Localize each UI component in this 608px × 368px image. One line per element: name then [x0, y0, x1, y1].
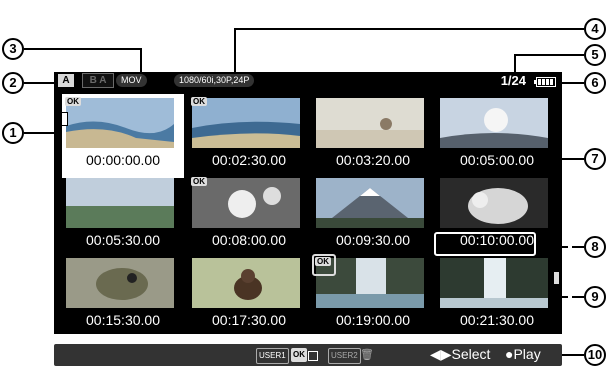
- timecode: 00:05:30.00: [86, 232, 160, 248]
- clip-thumbnail[interactable]: 00:09:30.00: [312, 174, 434, 258]
- cursor-arrow-icon: [61, 112, 68, 126]
- clip-thumbnail[interactable]: 00:03:20.00: [312, 94, 434, 178]
- resolution-badge: 1080/60i,30P,24P: [174, 74, 255, 87]
- timecode: 00:10:00.00: [460, 232, 534, 248]
- thumbnail-image: [192, 258, 300, 308]
- timecode: 00:19:00.00: [336, 312, 410, 328]
- scrollbar[interactable]: [568, 186, 572, 306]
- media-slot-a: A: [58, 74, 74, 87]
- callout-8: 8: [584, 236, 606, 258]
- clip-thumbnail[interactable]: OK 00:08:00.00: [188, 174, 310, 258]
- clip-thumbnail[interactable]: OK 00:02:30.00: [188, 94, 310, 178]
- operation-guide-bar: USER1 OK USER2 🗑 ◀▶Select ●Play: [54, 344, 562, 366]
- thumbnail-image: [192, 178, 300, 228]
- ok-mark: OK: [65, 97, 81, 106]
- clip-thumbnail[interactable]: OK 00:00:00.00: [61, 94, 184, 178]
- scroll-right-arrow-icon[interactable]: [554, 272, 559, 284]
- thumbnail-image: [440, 178, 548, 228]
- ok-mark: OK: [191, 177, 207, 186]
- trash-icon: 🗑: [360, 349, 374, 361]
- ok-mark: OK: [315, 257, 331, 266]
- user1-button-label: USER1: [256, 348, 289, 364]
- battery-icon: [534, 77, 556, 87]
- leader-line: [562, 82, 584, 84]
- callout-5: 5: [584, 44, 606, 66]
- timecode: 00:03:20.00: [336, 152, 410, 168]
- thumbnail-grid: OK 00:00:00.00 OK 00:02:30.00 00:03:20.0…: [54, 90, 572, 334]
- clip-thumbnail[interactable]: OK 00:19:00.00: [312, 254, 434, 338]
- callout-1: 1: [2, 122, 24, 144]
- callout-2: 2: [2, 72, 24, 94]
- format-badge: MOV: [116, 74, 147, 87]
- callout-7: 7: [584, 148, 606, 170]
- callout-10: 10: [584, 344, 606, 366]
- clip-thumbnail[interactable]: 00:05:00.00: [436, 94, 558, 178]
- ok-mark-icon: OK: [291, 348, 307, 362]
- leader-line: [24, 82, 54, 84]
- thumbnail-image: [316, 178, 424, 228]
- leader-line: [24, 48, 142, 50]
- timecode: 00:09:30.00: [336, 232, 410, 248]
- leader-line: [562, 158, 584, 160]
- clip-counter: 1/24: [500, 73, 526, 88]
- timecode: 00:15:30.00: [86, 312, 160, 328]
- status-bar: A B A MOV 1080/60i,30P,24P 1/24: [54, 72, 562, 90]
- user2-button-label: USER2: [328, 348, 361, 364]
- clip-thumbnail[interactable]: 00:21:30.00: [436, 254, 559, 338]
- media-slot-ba: B A: [82, 73, 114, 88]
- minus-box-icon: [308, 351, 318, 361]
- leader-line: [562, 354, 584, 356]
- callout-4: 4: [584, 18, 606, 40]
- leader-line: [140, 48, 142, 74]
- timecode: 00:05:00.00: [460, 152, 534, 168]
- clip-thumbnail[interactable]: 00:15:30.00: [62, 254, 184, 338]
- clip-thumbnail[interactable]: 00:05:30.00: [62, 174, 184, 258]
- timecode: 00:17:30.00: [212, 312, 286, 328]
- thumbnail-image: [440, 98, 548, 148]
- callout-9: 9: [584, 286, 606, 308]
- timecode: 00:02:30.00: [212, 152, 286, 168]
- select-hint: ◀▶Select: [430, 346, 491, 362]
- leader-line: [514, 54, 584, 56]
- clip-thumbnail[interactable]: 00:17:30.00: [188, 254, 310, 338]
- timecode: 00:21:30.00: [460, 312, 534, 328]
- callout-3: 3: [2, 38, 24, 60]
- thumbnail-image: [66, 258, 174, 308]
- callout-6: 6: [584, 72, 606, 94]
- thumbnail-image: [66, 98, 174, 148]
- timecode: 00:08:00.00: [212, 232, 286, 248]
- ok-mark: OK: [191, 97, 207, 106]
- thumbnail-image: [66, 178, 174, 228]
- leader-line: [234, 28, 584, 30]
- thumbnail-image: [440, 258, 548, 308]
- thumbnail-image: [316, 98, 424, 148]
- clip-thumbnail[interactable]: 00:10:00.00: [434, 174, 558, 258]
- leader-line: [234, 28, 236, 74]
- timecode: 00:00:00.00: [86, 152, 160, 168]
- play-hint: ●Play: [505, 346, 541, 362]
- thumbnail-image: [192, 98, 300, 148]
- leader-line: [514, 54, 516, 74]
